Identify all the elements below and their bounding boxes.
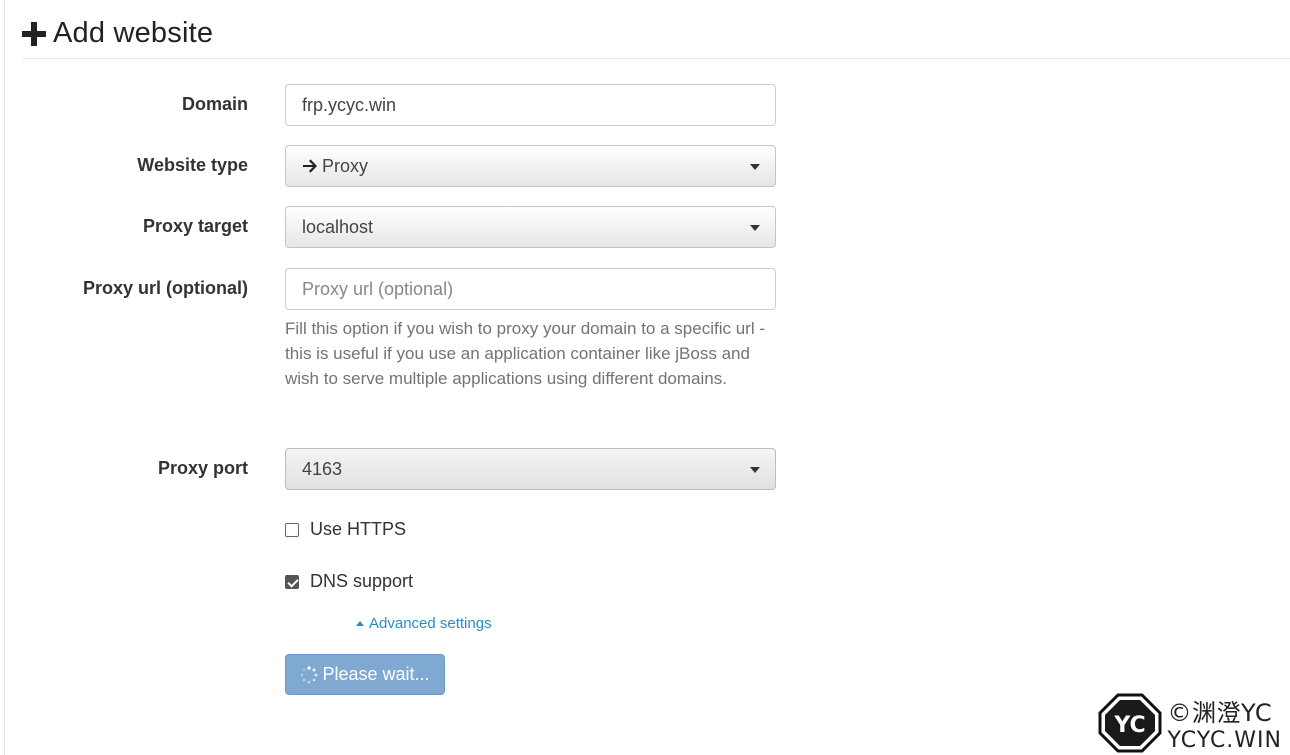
plus-icon (22, 22, 46, 46)
watermark-line2: YCYC.WIN (1167, 728, 1282, 753)
spinner-icon (301, 665, 318, 683)
use-https-label: Use HTTPS (310, 519, 407, 539)
page-title: Add website (53, 16, 214, 49)
proxy-target-select[interactable]: localhost (285, 206, 776, 248)
dns-support-checkbox[interactable] (285, 574, 299, 589)
domain-value: frp.ycyc.win (302, 94, 397, 115)
proxy-url-input[interactable]: Proxy url (optional) (285, 268, 776, 310)
proxy-target-label: Proxy target (142, 216, 248, 236)
chevron-down-icon (750, 467, 760, 473)
website-type-label: Website type (137, 155, 248, 175)
website-type-select[interactable]: Proxy (285, 145, 776, 187)
watermark-text: ©渊澄YC YCYC.WIN (1168, 693, 1283, 753)
proxy-port-select[interactable]: 4163 (285, 448, 776, 490)
page-header: Add website (22, 14, 1290, 59)
chevron-down-icon (750, 164, 760, 170)
proxy-url-placeholder: Proxy url (optional) (302, 278, 454, 299)
proxy-target-value: localhost (302, 216, 374, 237)
domain-label: Domain (181, 94, 248, 114)
submit-label: Please wait... (322, 664, 430, 684)
proxy-port-value: 4163 (302, 458, 343, 479)
use-https-row[interactable]: Use HTTPS (285, 519, 406, 540)
watermark-line1: ©渊澄YC (1167, 699, 1273, 727)
chevron-down-icon (750, 225, 760, 231)
yc-logo-icon: YC (1098, 693, 1161, 753)
advanced-settings-link[interactable]: Advanced settings (356, 615, 492, 632)
caret-up-icon (356, 621, 364, 626)
watermark: YC ©渊澄YC YCYC.WIN (1098, 693, 1283, 753)
proxy-url-help: Fill this option if you wish to proxy yo… (285, 319, 765, 388)
proxy-port-label: Proxy port (157, 458, 248, 478)
submit-button[interactable]: Please wait... (285, 654, 445, 695)
arrow-right-icon (302, 158, 318, 174)
proxy-url-label: Proxy url (optional) (82, 278, 248, 298)
dns-support-label: DNS support (310, 571, 414, 591)
dns-support-row[interactable]: DNS support (285, 571, 413, 592)
domain-input[interactable]: frp.ycyc.win (285, 84, 776, 126)
use-https-checkbox[interactable] (285, 522, 299, 537)
svg-text:YC: YC (1113, 713, 1145, 738)
advanced-settings-label: Advanced settings (369, 615, 492, 632)
website-type-value: Proxy (322, 155, 369, 176)
